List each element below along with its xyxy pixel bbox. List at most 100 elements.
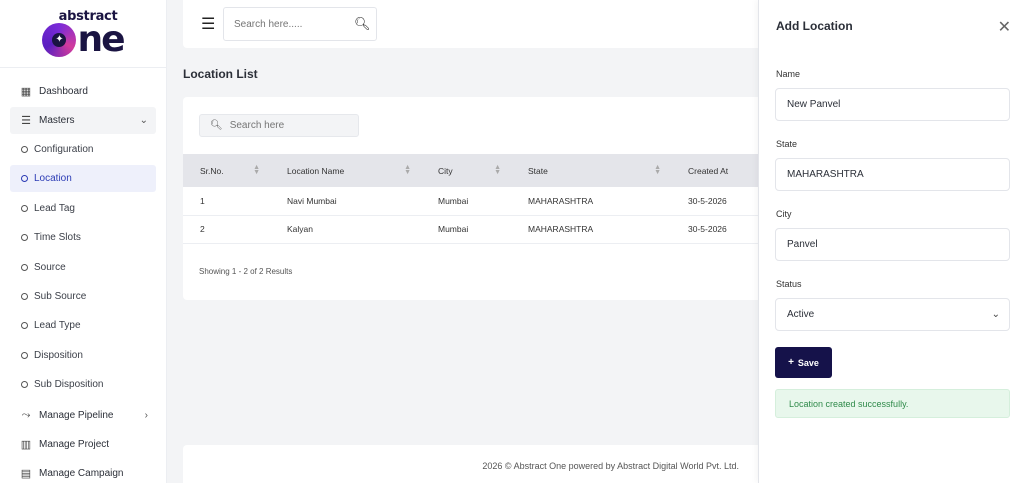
sort-icon: ▲ ▼ [404,164,411,176]
column-header-location-name[interactable]: Location Name ▲ ▼ [270,154,421,187]
add-location-panel: Add Location ✕ Name New Panvel State MAH… [758,0,1024,483]
column-header-city[interactable]: City ▲ ▼ [421,154,511,187]
sidebar-item-label: Configuration [34,144,94,155]
success-alert: Location created successfully. [775,389,1010,418]
list-search-input[interactable] [229,120,350,131]
sidebar: abstract ✦ ne ▦ Dashboard ☰ Masters ⌄ Co… [0,0,167,483]
campaign-icon: ▤ [20,468,32,481]
sort-icon: ▲ ▼ [253,164,260,176]
name-field[interactable]: New Panvel [775,88,1010,121]
name-value: New Panvel [787,99,841,110]
column-header-label: Location Name [287,165,345,176]
sidebar-item-label: Disposition [34,349,83,361]
state-value: MAHARASHTRA [787,169,864,180]
cell-sr-no: 2 [200,224,205,234]
circle-icon [21,322,28,330]
column-header-state[interactable]: State ▲ ▼ [511,154,671,187]
column-header-sr-no[interactable]: Sr.No. ▲ ▼ [183,154,270,187]
sidebar-item-lead-type[interactable]: Lead Type [10,312,156,339]
column-header-label: City [438,165,453,176]
logo-main-text: ne [77,18,125,60]
status-value: Active [787,309,815,320]
cell-location-name: Navi Mumbai [287,195,337,206]
location-list-card: 🔍︎ Sr.No. ▲▼ Location Name ▲▼ City ▲▼ State… [183,97,783,300]
sidebar-item-label: Dashboard [39,86,88,97]
table-row[interactable]: 1 Navi Mumbai Mumbai MAHARASHTRA 30-5-20… [183,187,783,215]
table-row[interactable]: 2 Kalyan Mumbai MAHARASHTRA 30-5-2026 [183,215,783,243]
plus-icon: + [788,357,794,368]
sidebar-item-label: Manage Pipeline [39,410,114,422]
sidebar-item-label: Time Slots [34,232,81,244]
circle-icon [21,175,28,183]
save-button-label: Save [797,357,819,368]
list-icon: ☰ [21,115,31,127]
sidebar-item-configuration[interactable]: Configuration [10,136,156,163]
menu-icon[interactable]: ☰ [201,14,217,34]
circle-icon [21,263,28,271]
list-search-box[interactable]: 🔍︎ [199,114,359,137]
sidebar-item-manage-project[interactable]: ▥ Manage Project [10,431,156,458]
column-header-label: State [528,165,548,176]
chevron-right-icon: › [144,410,148,422]
column-header-label: Sr.No. [200,165,224,176]
circle-icon [21,146,28,153]
circle-icon [21,204,28,212]
cell-state: MAHARASHTRA [528,224,594,234]
page-title: Location List [183,67,258,81]
sidebar-item-label: Source [34,261,66,273]
city-label: City [776,209,792,219]
circle-icon [21,234,28,242]
state-field[interactable]: MAHARASHTRA [775,158,1010,191]
top-search-box[interactable]: 🔍︎ [223,7,377,41]
sidebar-item-label: Manage Campaign [39,468,124,480]
results-count: Showing 1 - 2 of 2 Results [199,267,293,276]
cell-sr-no: 1 [200,195,205,206]
circle-icon [21,292,28,300]
logo[interactable]: abstract ✦ ne [0,0,166,68]
state-label: State [776,139,798,149]
close-icon[interactable]: ✕ [998,17,1011,37]
dashboard-icon: ▦ [20,86,32,98]
sidebar-item-manage-pipeline[interactable]: ⤳ Manage Pipeline › [10,402,156,429]
logo-o-icon: ✦ [42,22,77,57]
sidebar-item-dashboard[interactable]: ▦ Dashboard [10,78,156,105]
cell-state: MAHARASHTRA [528,195,594,206]
column-header-label: Created At [688,165,729,176]
sidebar-item-disposition[interactable]: Disposition [10,342,156,369]
cell-city: Mumbai [438,195,469,206]
chevron-down-icon: ⌄ [139,115,148,126]
top-search-input[interactable] [234,18,354,30]
sidebar-item-label: Sub Disposition [34,379,104,391]
search-icon[interactable]: 🔍︎ [354,16,371,32]
cell-location-name: Kalyan [287,224,313,234]
sidebar-item-label: Masters [39,115,75,126]
footer-text: 2026 © Abstract One powered by Abstract … [482,461,739,471]
status-select[interactable]: Active ⌄ [775,298,1010,331]
location-table: Sr.No. ▲ ▼ Location Name ▲ ▼ City ▲ ▼ State ▲ ▼ … [183,154,783,244]
sort-icon: ▲ ▼ [654,164,661,176]
city-field[interactable]: Panvel [775,228,1010,261]
sidebar-item-sub-disposition[interactable]: Sub Disposition [10,371,156,398]
cell-city: Mumbai [438,224,469,234]
sidebar-item-time-slots[interactable]: Time Slots [10,224,156,251]
sidebar-item-label: Manage Project [39,439,110,451]
city-value: Panvel [787,239,818,250]
panel-title: Add Location [776,19,853,33]
sidebar-item-lead-tag[interactable]: Lead Tag [10,195,156,222]
table-header-row: Sr.No. ▲ ▼ Location Name ▲ ▼ City ▲ ▼ State ▲ ▼ … [183,154,783,187]
sidebar-item-label: Lead Tag [34,202,75,214]
sidebar-item-masters[interactable]: ☰ Masters ⌄ [10,107,156,134]
sidebar-item-label: Lead Type [34,320,81,332]
building-icon: ▥ [20,439,32,452]
sidebar-item-location[interactable]: Location [10,165,156,193]
sidebar-item-sub-source[interactable]: Sub Source [10,283,156,310]
sidebar-item-label: Location [34,173,72,185]
sidebar-item-label: Sub Source [34,290,87,302]
pipeline-icon: ⤳ [21,409,31,422]
chevron-down-icon: ⌄ [991,309,1000,320]
sidebar-item-source[interactable]: Source [10,254,156,281]
status-label: Status [776,279,802,289]
save-button[interactable]: + Save [775,347,832,378]
sidebar-item-manage-campaign[interactable]: ▤ Manage Campaign [10,460,156,483]
footer: 2026 © Abstract One powered by Abstract … [183,445,783,483]
